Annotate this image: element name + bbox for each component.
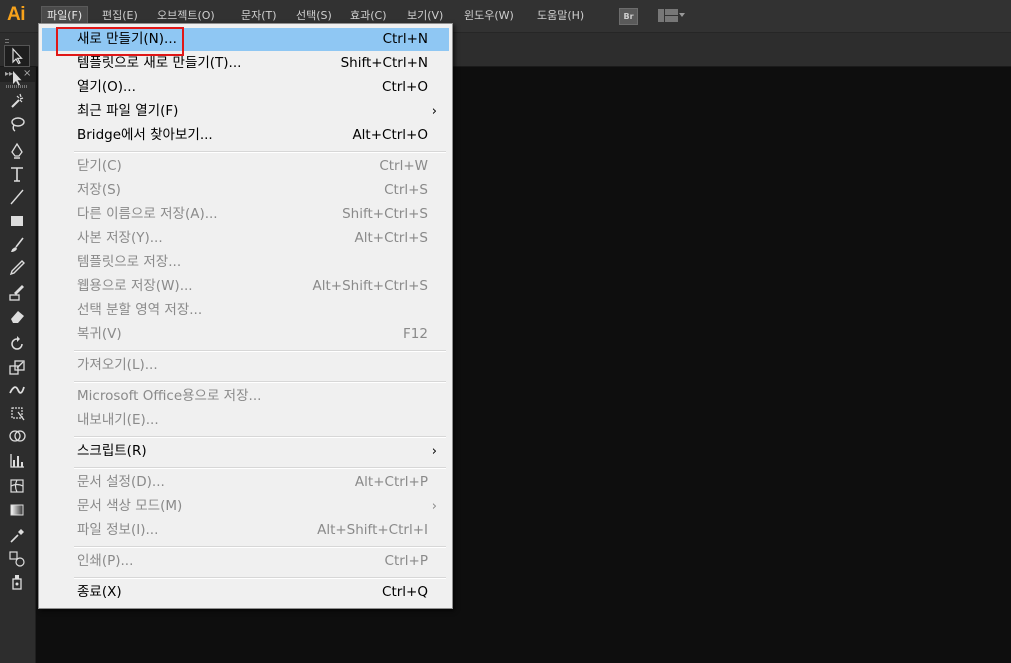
menu-item[interactable]: 가져오기(L)... (42, 354, 449, 377)
menu-item[interactable]: 사본 저장(Y)... Alt+Ctrl+S (42, 227, 449, 250)
menu-item-label: 템플릿으로 새로 만들기(T)... (77, 55, 242, 71)
menu-item[interactable]: 템플릿으로 저장... (42, 251, 449, 274)
menu-item[interactable]: 템플릿으로 새로 만들기(T)... Shift+Ctrl+N (42, 52, 449, 75)
arrange-documents-icon[interactable] (658, 9, 678, 22)
menu-item[interactable]: 내보내기(E)... (42, 409, 449, 432)
eraser-tool-icon[interactable] (4, 305, 30, 327)
shape-builder-tool-icon[interactable] (4, 425, 30, 447)
menu-item[interactable]: 복귀(V) F12 (42, 323, 449, 346)
bridge-button[interactable]: Br (619, 8, 638, 25)
menu-item-label: 파일 정보(I)... (77, 522, 159, 538)
menu-item-label: 종료(X) (77, 584, 122, 600)
menu-item[interactable]: 닫기(C) Ctrl+W (42, 155, 449, 178)
menu-separator (74, 546, 446, 548)
menu-item-shortcut: Ctrl+W (379, 158, 428, 174)
menu-item-label: 열기(O)... (77, 79, 136, 95)
graph-tool-icon[interactable] (4, 449, 30, 471)
menu-separator (74, 436, 446, 438)
menu-item-label: 템플릿으로 저장... (77, 254, 182, 270)
tools-panel: ▸▸ × (0, 45, 36, 663)
menu-separator (74, 350, 446, 352)
lasso-tool-icon[interactable] (4, 113, 30, 135)
scale-tool-icon[interactable] (4, 356, 30, 378)
menu-item-shortcut: Shift+Ctrl+S (342, 206, 428, 222)
menu-item-shortcut: Ctrl+O (382, 79, 428, 95)
menu-item[interactable]: 웹용으로 저장(W)... Alt+Shift+Ctrl+S (42, 275, 449, 298)
gradient-tool-icon[interactable] (4, 499, 30, 521)
direct-selection-tool-icon[interactable] (4, 67, 30, 89)
menu-item-label: 내보내기(E)... (77, 412, 159, 428)
menu-item-shortcut: Ctrl+S (384, 182, 428, 198)
chevron-right-icon: › (431, 499, 437, 514)
selection-tool-icon[interactable] (4, 45, 30, 67)
menu-item-shortcut: Alt+Ctrl+O (352, 127, 428, 143)
menu-item[interactable]: 저장(S) Ctrl+S (42, 179, 449, 202)
menu-item[interactable]: 인쇄(P)... Ctrl+P (42, 550, 449, 573)
menu-item[interactable]: 새로 만들기(N)... Ctrl+N (42, 28, 449, 51)
menu-item[interactable]: Microsoft Office용으로 저장... (42, 385, 449, 408)
menu-item-shortcut: Ctrl+P (384, 553, 428, 569)
menu-separator (74, 467, 446, 469)
rotate-tool-icon[interactable] (4, 333, 30, 355)
menu-item[interactable]: 파일 정보(I)... Alt+Shift+Ctrl+I (42, 519, 449, 542)
chevron-right-icon: › (431, 104, 437, 119)
menu-item[interactable]: 열기(O)... Ctrl+O (42, 76, 449, 99)
width-tool-icon[interactable] (4, 379, 30, 401)
menu-item[interactable]: 문서 설정(D)... Alt+Ctrl+P (42, 471, 449, 494)
pencil-tool-icon[interactable] (4, 257, 30, 279)
chevron-down-icon[interactable] (679, 13, 685, 17)
menu-item-label: 닫기(C) (77, 158, 122, 174)
menu-item-label: 문서 색상 모드(M) (77, 498, 183, 514)
file-menu-dropdown: 새로 만들기(N)... Ctrl+N 템플릿으로 새로 만들기(T)... Shif… (38, 23, 453, 609)
free-transform-tool-icon[interactable] (4, 402, 30, 424)
menu-item-shortcut: Alt+Shift+Ctrl+I (317, 522, 428, 538)
menu-item-shortcut: F12 (403, 326, 428, 342)
menu-item[interactable]: 스크립트(R) › (42, 440, 449, 463)
menu-item-shortcut: Alt+Ctrl+S (354, 230, 429, 246)
menu-item-shortcut: Shift+Ctrl+N (340, 55, 428, 71)
type-tool-icon[interactable] (4, 163, 30, 185)
blob-brush-tool-icon[interactable] (4, 281, 30, 303)
chevron-right-icon: › (431, 444, 437, 459)
menu-item-label: 스크립트(R) (77, 443, 147, 459)
menu-item-shortcut: Ctrl+N (382, 31, 428, 47)
pen-tool-icon[interactable] (4, 140, 30, 162)
menu-item-label: 문서 설정(D)... (77, 474, 165, 490)
menu-item-shortcut: Ctrl+Q (382, 584, 428, 600)
menu-item-label: 인쇄(P)... (77, 553, 134, 569)
menu-item-label: 복귀(V) (77, 326, 122, 342)
menu-separator (74, 151, 446, 153)
menu-item-shortcut: Alt+Ctrl+P (354, 474, 428, 490)
menu-item[interactable]: Bridge에서 찾아보기... Alt+Ctrl+O (42, 124, 449, 147)
blend-tool-icon[interactable] (4, 548, 30, 570)
rectangle-tool-icon[interactable] (4, 210, 30, 232)
menu-separator (74, 577, 446, 579)
menu-item-label: 가져오기(L)... (77, 357, 158, 373)
paintbrush-tool-icon[interactable] (4, 234, 30, 256)
menu-item-label: 저장(S) (77, 182, 121, 198)
menu-item-label: 웹용으로 저장(W)... (77, 278, 193, 294)
menu-item-label: 사본 저장(Y)... (77, 230, 163, 246)
menu-help[interactable]: 도움말(H) (532, 7, 589, 25)
symbol-sprayer-tool-icon[interactable] (4, 571, 30, 593)
menu-item-shortcut: Alt+Shift+Ctrl+S (312, 278, 429, 294)
menu-window[interactable]: 윈도우(W) (459, 7, 519, 25)
menu-item[interactable]: 다른 이름으로 저장(A)... Shift+Ctrl+S (42, 203, 449, 226)
menu-item-label: Microsoft Office용으로 저장... (77, 388, 262, 404)
menu-item-label: 새로 만들기(N)... (77, 31, 177, 47)
menu-item-label: 선택 분할 영역 저장... (77, 302, 203, 318)
menu-item[interactable]: 문서 색상 모드(M) › (42, 495, 449, 518)
menu-item[interactable]: 최근 파일 열기(F) › (42, 100, 449, 123)
mesh-tool-icon[interactable] (4, 475, 30, 497)
app-logo: Ai (7, 4, 26, 25)
magic-wand-tool-icon[interactable] (4, 90, 30, 112)
menu-separator (74, 381, 446, 383)
line-segment-tool-icon[interactable] (4, 186, 30, 208)
menu-item[interactable]: 종료(X) Ctrl+Q (42, 581, 449, 604)
menu-item[interactable]: 선택 분할 영역 저장... (42, 299, 449, 322)
menu-item-label: 다른 이름으로 저장(A)... (77, 206, 218, 222)
eyedropper-tool-icon[interactable] (4, 524, 30, 546)
menu-item-label: 최근 파일 열기(F) (77, 103, 179, 119)
menu-item-label: Bridge에서 찾아보기... (77, 127, 213, 143)
